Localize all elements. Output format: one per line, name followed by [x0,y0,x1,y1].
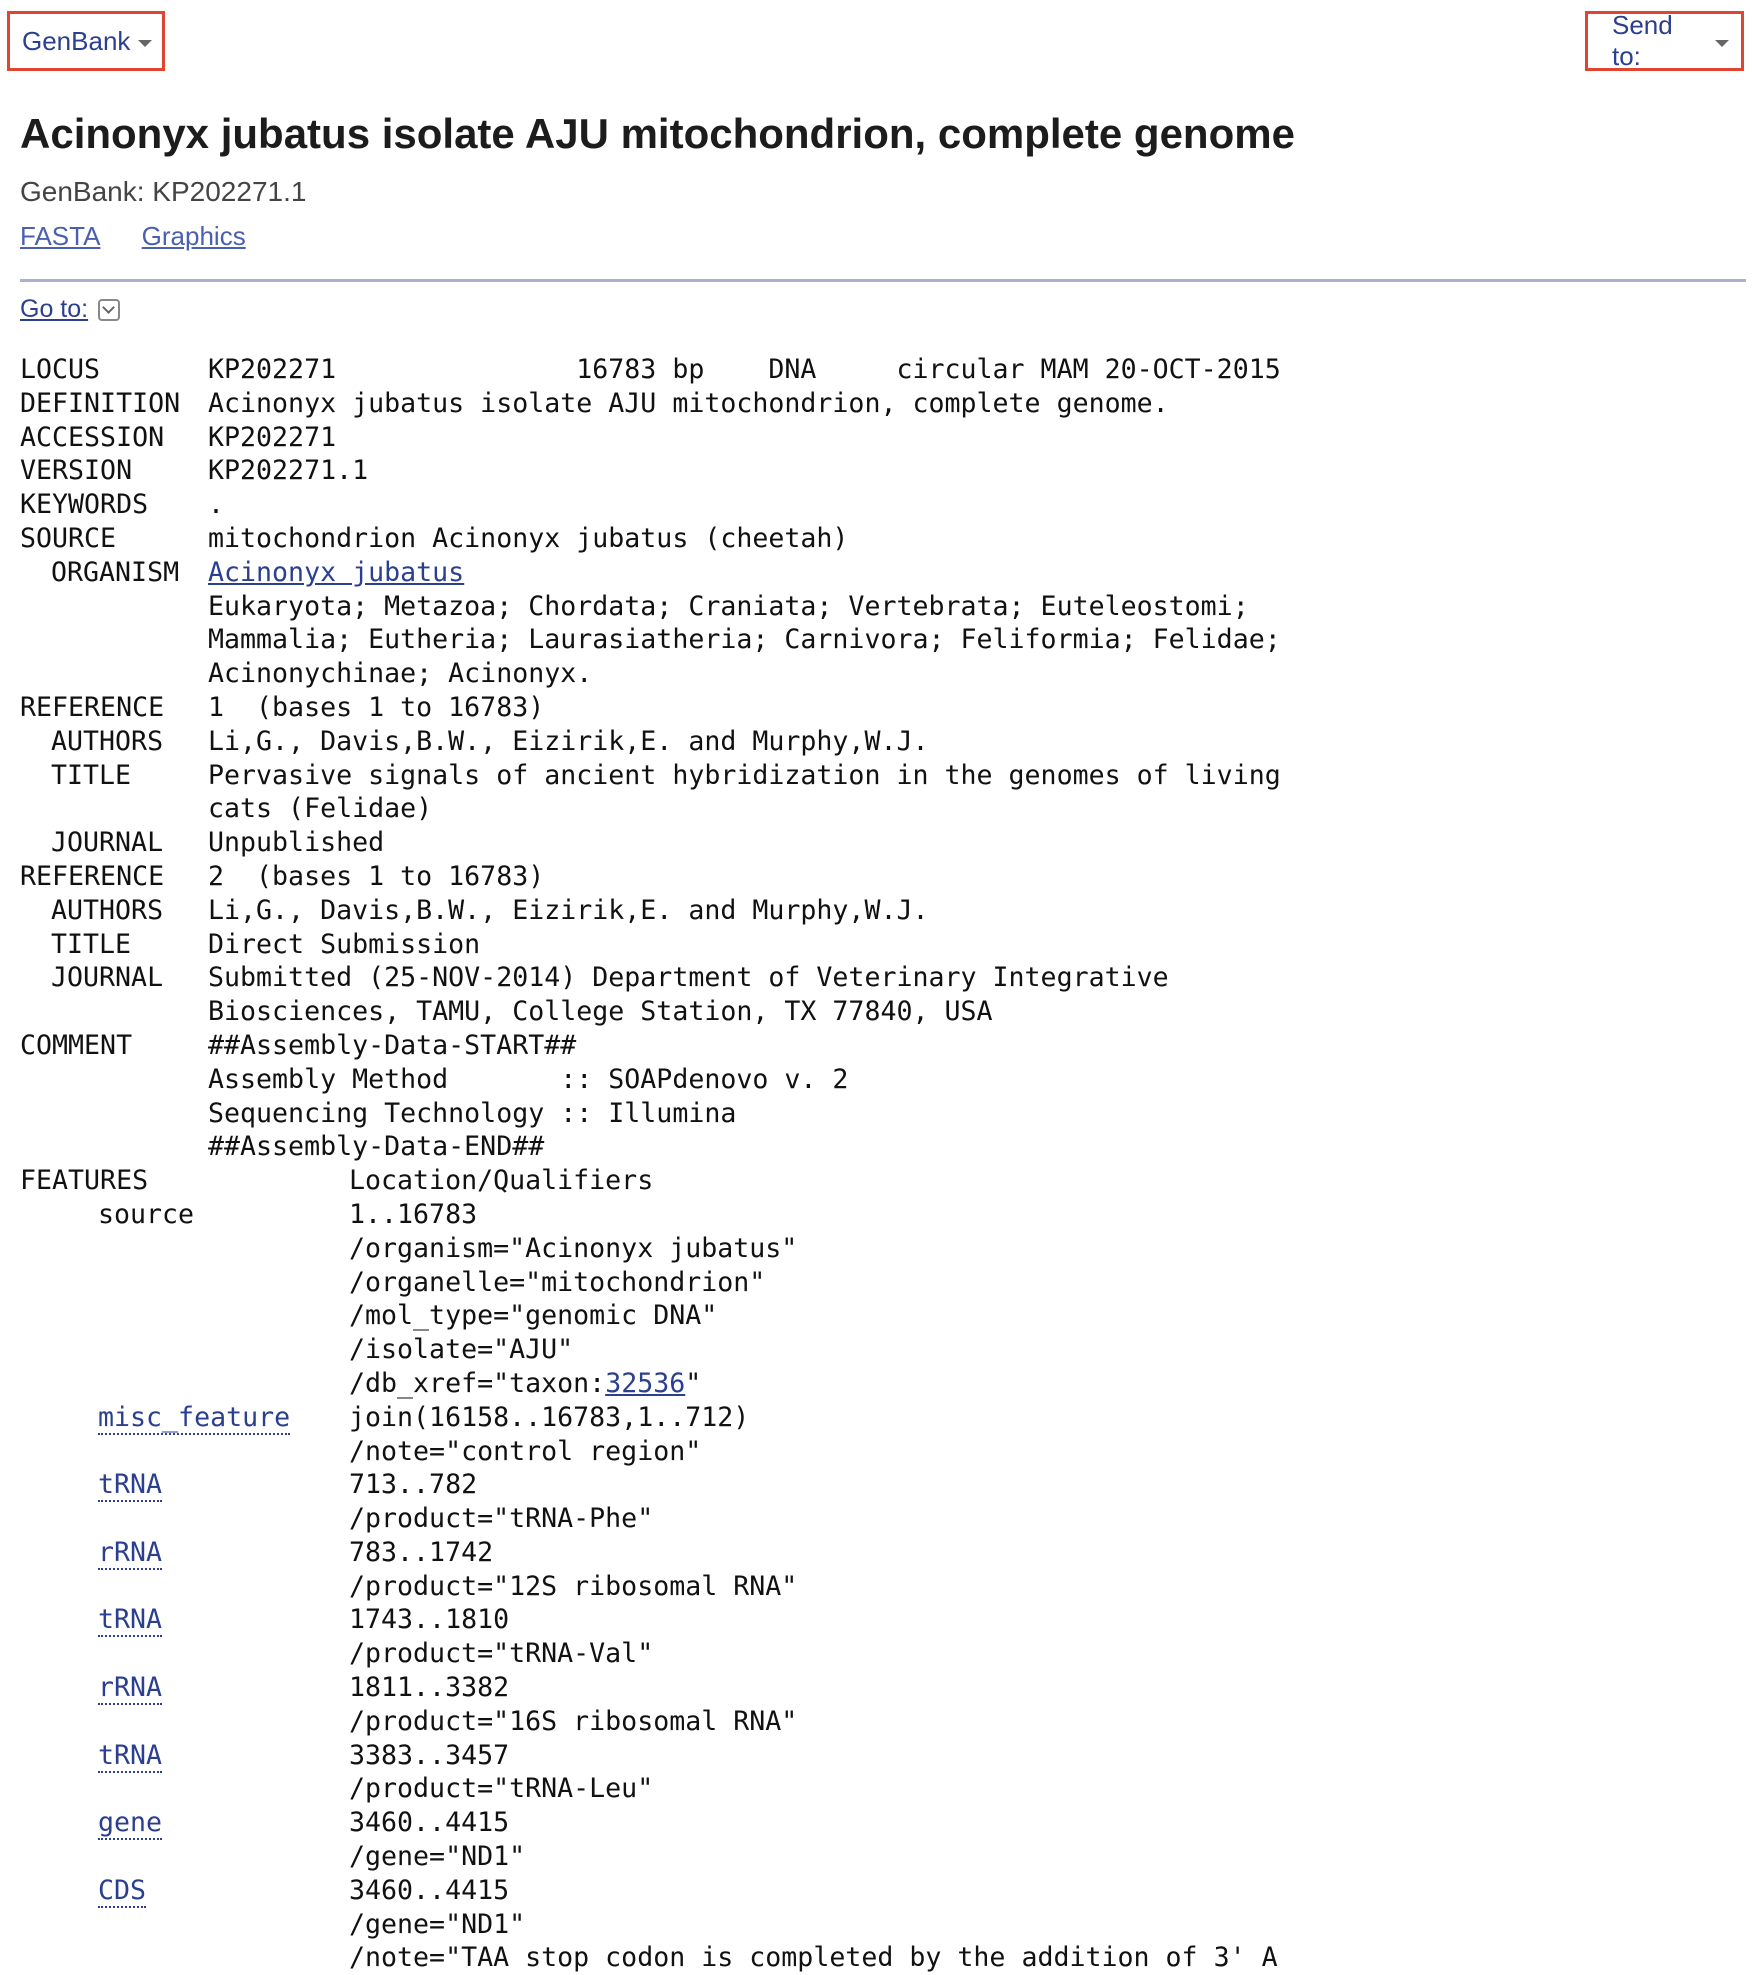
journal-line-value: Unpublished [208,827,385,859]
taxon-link[interactable]: 32536 [605,1368,685,1399]
feature-qualifier: /gene="ND1" [349,1841,526,1873]
feature-qualifier: 3460..4415 [349,1874,510,1906]
feature-key-link: gene [98,1806,163,1841]
comment-line-value: Assembly Method :: SOAPdenovo v. 2 [208,1063,849,1095]
feature-qualifier: /note="control region" [349,1435,702,1467]
lineage-line-value: Acinonychinae; Acinonyx. [208,658,593,690]
feature-qualifier: 783..1742 [349,1536,494,1568]
feature-qualifier: /product="tRNA-Leu" [349,1773,654,1805]
keywords-line-label: KEYWORDS [20,489,149,521]
feature-key-link: tRNA [98,1603,163,1638]
lineage-line-value: Eukaryota; Metazoa; Chordata; Craniata; … [208,590,1249,622]
ref-title-line-label: TITLE [51,928,132,960]
accession-subtitle: GenBank: KP202271.1 [20,176,307,207]
source-line-label: SOURCE [20,522,117,554]
database-selector-button[interactable]: GenBank [7,11,165,71]
feature-qualifier: /mol_type="genomic DNA" [349,1300,718,1332]
feature-key-misc_feature[interactable]: misc_feature [98,1401,291,1435]
journal-line-value: Submitted (25-NOV-2014) Department of Ve… [208,962,1169,994]
feature-key-link: tRNA [98,1468,163,1503]
comment-line-value: ##Assembly-Data-START## [208,1029,577,1061]
feature-qualifier: /product="16S ribosomal RNA" [349,1705,798,1737]
journal-line-value: Biosciences, TAMU, College Station, TX 7… [208,996,993,1028]
send-to-button[interactable]: Send to: [1585,10,1744,71]
features-qualifiers-header: Location/Qualifiers [349,1165,654,1197]
feature-qualifier: 1743..1810 [349,1604,510,1636]
accession-line-value: KP202271 [208,421,337,453]
definition-line-label: DEFINITION [20,387,181,419]
reference-line-value: 1 (bases 1 to 16783) [208,691,545,723]
authors-line-value: Li,G., Davis,B.W., Eizirik,E. and Murphy… [208,725,929,757]
locus-line-label: LOCUS [20,354,101,385]
feature-qualifier: 1811..3382 [349,1672,510,1704]
reference-line-label: REFERENCE [20,860,165,892]
source-line-value: mitochondrion Acinonyx jubatus (cheetah) [208,522,849,554]
organism-label: ORGANISM [51,556,180,588]
accession-line-label: ACCESSION [20,421,165,453]
format-links: FASTA Graphics [20,221,280,252]
feature-key-trna[interactable]: tRNA [98,1739,163,1773]
feature-key-link: rRNA [98,1671,163,1706]
feature-key-source: source [98,1198,195,1230]
comment-line-value: ##Assembly-Data-END## [208,1131,545,1163]
feature-key-rrna[interactable]: rRNA [98,1672,163,1706]
lineage-line-value: Mammalia; Eutheria; Laurasiatheria; Carn… [208,624,1281,656]
reference-line-label: REFERENCE [20,691,165,723]
ref-title-line-value: Pervasive signals of ancient hybridizati… [208,759,1281,791]
feature-qualifier: /organism="Acinonyx jubatus" [349,1232,798,1264]
divider [20,279,1746,282]
definition-line-value: Acinonyx jubatus isolate AJU mitochondri… [208,387,1169,419]
send-to-label: Send to: [1612,10,1673,71]
feature-qualifier: /organelle="mitochondrion" [349,1266,766,1298]
version-line-value: KP202271.1 [208,455,369,487]
ref-title-line-label: TITLE [51,759,132,791]
database-label: GenBank [22,25,131,56]
feature-qualifier: 3460..4415 [349,1807,510,1839]
organism-value: Acinonyx jubatus [208,556,464,590]
feature-qualifier: /product="12S ribosomal RNA" [349,1570,798,1602]
journal-line-label: JOURNAL [51,827,164,859]
feature-key-link: tRNA [98,1739,163,1773]
graphics-link[interactable]: Graphics [142,221,246,251]
feature-key-trna[interactable]: tRNA [98,1469,163,1503]
keywords-line-value: . [208,489,225,521]
chevron-down-icon [1715,39,1729,47]
db-xref-qualifier: /db_xref="taxon:32536" [349,1367,702,1399]
feature-qualifier: /product="tRNA-Phe" [349,1503,654,1535]
feature-qualifier: /product="tRNA-Val" [349,1638,654,1670]
feature-key-trna[interactable]: tRNA [98,1604,163,1638]
feature-qualifier: /gene="ND1" [349,1908,526,1940]
feature-qualifier: 713..782 [349,1469,478,1501]
feature-qualifier: /isolate="AJU" [349,1334,574,1366]
reference-line-value: 2 (bases 1 to 16783) [208,860,545,892]
authors-line-label: AUTHORS [51,894,164,926]
authors-line-value: Li,G., Davis,B.W., Eizirik,E. and Murphy… [208,894,929,926]
comment-line-value: Sequencing Technology :: Illumina [208,1097,737,1129]
feature-key-gene[interactable]: gene [98,1807,163,1841]
feature-key-link: CDS [98,1874,147,1908]
feature-key-link: rRNA [98,1536,163,1570]
comment-line-label: COMMENT [20,1029,133,1061]
locus-line-value: KP202271 16783 bp DNA circular MAM 20-OC… [208,354,1281,385]
version-line-label: VERSION [20,455,133,487]
goto-label: Go to: [20,295,89,323]
feature-qualifier: /note="TAA stop codon is completed by th… [349,1942,1278,1974]
feature-qualifier: join(16158..16783,1..712) [349,1401,750,1433]
goto-menu[interactable]: Go to: [20,295,121,324]
feature-key-link: misc_feature [98,1401,291,1435]
feature-qualifier: 3383..3457 [349,1739,510,1771]
feature-key-rrna[interactable]: rRNA [98,1536,163,1570]
feature-qualifier: 1..16783 [349,1198,478,1230]
page-title: Acinonyx jubatus isolate AJU mitochondri… [20,110,1295,157]
dropdown-toggle-icon[interactable] [98,298,121,321]
journal-line-label: JOURNAL [51,962,164,994]
organism-link[interactable]: Acinonyx jubatus [208,557,464,588]
feature-key-cds[interactable]: CDS [98,1874,147,1908]
features-label: FEATURES [20,1165,149,1197]
fasta-link[interactable]: FASTA [20,221,100,251]
chevron-down-icon [138,39,153,47]
authors-line-label: AUTHORS [51,725,164,757]
ref-title-line-value: Direct Submission [208,928,481,960]
ref-title-line-value: cats (Felidae) [208,793,433,825]
